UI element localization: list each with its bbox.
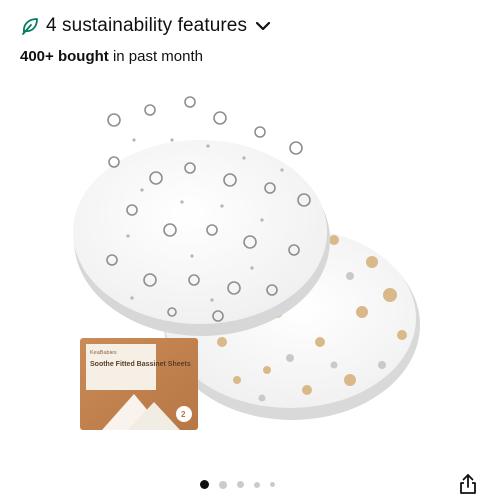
- carousel-dot-1[interactable]: [200, 480, 209, 489]
- chevron-down-icon: [255, 21, 271, 31]
- packaging-box: KeaBabies Soothe Fitted Bassinet Sheets …: [80, 338, 198, 430]
- carousel-dot-4[interactable]: [254, 481, 260, 488]
- carousel-dot-2[interactable]: [219, 480, 227, 489]
- purchase-count: 400+ bought in past month: [20, 48, 203, 65]
- bought-count: 400+ bought: [20, 48, 109, 65]
- sustainability-features-label: 4 sustainability features: [46, 15, 248, 36]
- carousel-dot-3[interactable]: [237, 481, 244, 488]
- bought-suffix: in past month: [112, 48, 203, 65]
- leaf-icon: [22, 18, 38, 35]
- box-count: 2: [181, 410, 186, 419]
- sustainability-features-toggle[interactable]: 4 sustainability features: [20, 12, 272, 40]
- box-title: Soothe Fitted Bassinet Sheets: [90, 361, 191, 368]
- share-icon[interactable]: [456, 472, 480, 496]
- box-brand: KeaBabies: [90, 350, 117, 356]
- product-image[interactable]: KeaBabies Soothe Fitted Bassinet Sheets …: [72, 80, 422, 440]
- product-detail-page: 4 sustainability features 400+ bought in…: [0, 0, 500, 500]
- front-bassinet-sheet: [73, 96, 330, 336]
- carousel-dot-5[interactable]: [270, 482, 275, 487]
- image-carousel-dots: [200, 480, 275, 489]
